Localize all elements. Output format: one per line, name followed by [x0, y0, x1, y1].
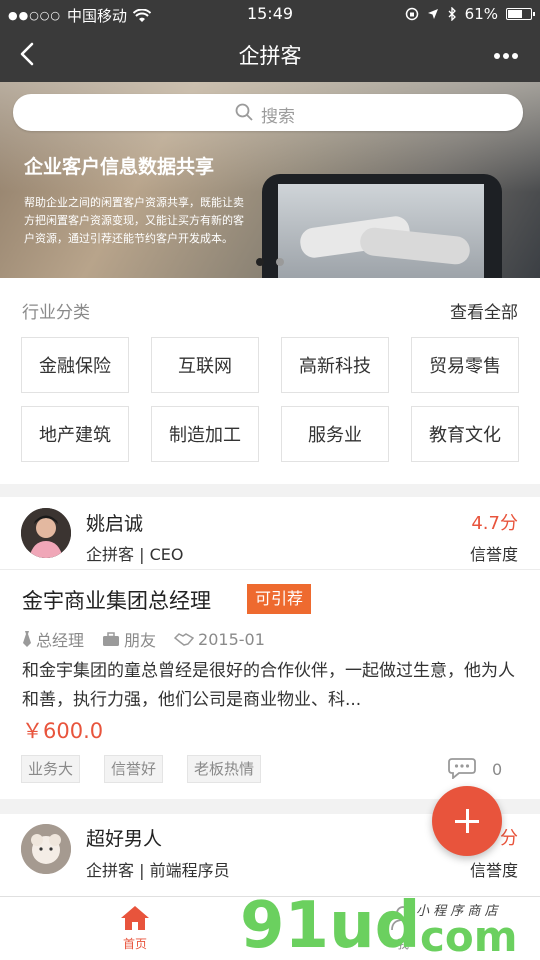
category-hightech[interactable]: 高新科技: [281, 337, 389, 393]
app-screen: ●●○○○ 中国移动 15:49 61% 企拼客 企业客户信息数据共享 帮助企业…: [0, 0, 540, 960]
category-services[interactable]: 服务业: [281, 406, 389, 462]
fact-relation: 朋友: [102, 627, 156, 651]
carousel-dot-active[interactable]: [256, 258, 264, 266]
user-score: 4.7分: [471, 513, 518, 534]
category-internet[interactable]: 互联网: [151, 337, 259, 393]
tab-me-label: 我: [396, 937, 409, 951]
category-education[interactable]: 教育文化: [411, 406, 519, 462]
search-icon: [235, 103, 253, 121]
battery-icon: [506, 8, 535, 20]
search-bar[interactable]: 搜索: [13, 94, 523, 131]
nav-bar: 企拼客: [0, 28, 540, 82]
briefcase-icon: [103, 631, 120, 646]
tag-chip: 老板热情: [187, 755, 262, 783]
avatar-photo: [21, 508, 71, 558]
fact-since: 2015-01: [174, 627, 265, 651]
category-finance[interactable]: 金融保险: [21, 337, 129, 393]
tab-home-label: 首页: [122, 937, 147, 951]
home-icon: [121, 906, 149, 930]
listing-description: 和金宇集团的童总曾经是很好的合作伙伴，一起做过生意，他为人和善，执行力强，他们公…: [22, 661, 515, 710]
page-title: 企拼客: [238, 44, 302, 68]
credit-label: 信誉度: [469, 545, 518, 564]
tag-chip: 业务大: [21, 755, 81, 783]
view-all-link[interactable]: 查看全部: [450, 298, 518, 323]
location-icon: [427, 9, 438, 19]
orientation-lock-icon: [405, 7, 418, 21]
category-realestate[interactable]: 地产建筑: [21, 406, 129, 462]
avatar-photo: [21, 824, 71, 874]
fact-position: 总经理: [22, 627, 84, 651]
listing-facts: 总经理 朋友 2015-01: [22, 627, 265, 651]
tab-me[interactable]: 我: [380, 905, 426, 952]
bluetooth-icon: [448, 7, 456, 21]
recommend-badge: 可引荐: [247, 584, 312, 614]
fact-relation-text: 朋友: [124, 631, 157, 650]
category-manufacturing[interactable]: 制造加工: [151, 406, 259, 462]
category-retail[interactable]: 贸易零售: [411, 337, 519, 393]
user-meta: 企拼客 | 前端程序员: [86, 861, 230, 880]
comment-icon[interactable]: [448, 757, 476, 779]
add-button[interactable]: [432, 786, 502, 856]
user-score: 分: [500, 828, 518, 849]
tab-bar: 首页 我: [0, 896, 540, 960]
more-dots-icon[interactable]: [491, 52, 518, 61]
divider: [0, 569, 540, 570]
avatar[interactable]: [21, 824, 71, 874]
battery-percent: 61%: [464, 5, 498, 23]
status-bar: ●●○○○ 中国移动 15:49 61%: [0, 0, 540, 28]
listing-card[interactable]: 姚启诚 企拼客 | CEO 4.7分 信誉度 金宇商业集团总经理 可引荐 总经理…: [0, 497, 540, 799]
tab-home[interactable]: 首页: [112, 905, 158, 952]
credit-label: 信誉度: [469, 861, 518, 880]
tag-chip: 信誉好: [104, 755, 164, 783]
industry-categories: 行业分类 查看全部 金融保险 互联网 高新科技 贸易零售 地产建筑 制造加工 服…: [0, 278, 540, 484]
search-placeholder: 搜索: [261, 107, 295, 127]
user-name: 超好男人: [86, 828, 163, 850]
comment-count: 0: [492, 760, 503, 779]
user-meta: 企拼客 | CEO: [86, 545, 184, 564]
fact-position-text: 总经理: [36, 631, 85, 650]
banner-headline: 企业客户信息数据共享: [24, 156, 215, 178]
avatar[interactable]: [21, 508, 71, 558]
user-name: 姚启诚: [86, 513, 144, 535]
user-icon: [391, 906, 415, 931]
handshake-icon: [174, 633, 195, 646]
tie-icon: [23, 631, 31, 647]
status-right: 61%: [405, 5, 535, 23]
listing-price: ￥600.0: [22, 719, 104, 743]
carousel-dot[interactable]: [276, 258, 284, 266]
fact-since-text: 2015-01: [198, 629, 265, 649]
categories-header: 行业分类: [22, 303, 90, 323]
listing-title: 金宇商业集团总经理: [22, 589, 211, 613]
banner-description: 帮助企业之间的闲置客户资源共享，既能让卖方把闲置客户资源变现，又能让买方有新的客…: [24, 196, 244, 245]
